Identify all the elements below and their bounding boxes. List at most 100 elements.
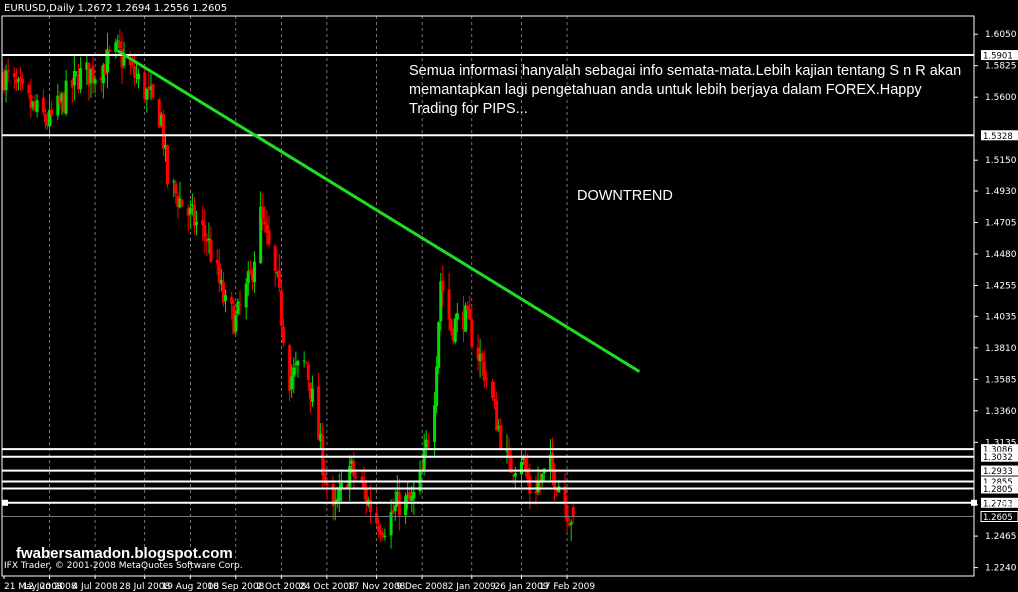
candle-body-bear [468,308,472,320]
annotation-text: Semua informasi hanyalah sebagai info se… [409,63,962,117]
level-price-label: 1.5328 [983,132,1013,142]
candle-body-bear [180,199,184,207]
candle-body-bear [381,532,385,536]
candle-body-bear [482,361,486,381]
candle-body-bear [215,260,219,264]
y-tick-label: 1.5600 [985,93,1017,103]
y-tick-label: 1.2465 [985,532,1017,542]
candle-body-bull [145,88,149,100]
candle-body-bear [493,398,497,401]
candle-body-bull [302,360,306,362]
candle-body-bull [424,439,428,448]
level-price-label: 1.2933 [983,467,1013,477]
candle-body-bear [499,425,503,449]
candle-body-bull [223,294,227,301]
candle-body-bear [108,49,112,52]
candle-body-bull [412,492,416,499]
x-tick-label: 9 Dec 2008 [396,582,448,592]
candle-body-bull [536,481,540,493]
candle-body-bull [455,313,459,320]
candle-body-bear [230,297,234,304]
candle-body-bear [6,69,10,72]
level-handle-left [2,499,8,506]
chart-window: 1.5901 1.5328 1.3086 1.3032 1.2933 1.2855 1.28… [0,0,1018,592]
candle-body-bear [21,78,25,84]
candle-body-bear [27,84,31,94]
copyright-text: IFX Trader, © 2001-2008 MetaQuotes Softw… [4,561,243,571]
y-tick-label: 1.4705 [985,219,1017,229]
candle-body-bull [252,261,256,283]
candle-body-bull [337,487,341,501]
candle-body-bull [433,405,437,443]
candle-body-bear [166,145,170,185]
candle-body-bear [565,505,569,522]
y-tick-label: 1.3360 [985,407,1017,417]
candle-body-bull [244,283,248,308]
candle-body-bull [348,465,352,487]
candle-body-bear [217,263,221,283]
candle-body-bull [122,57,126,66]
candle-body-bear [12,73,16,78]
candle-body-bear [151,84,155,98]
candle-body-bear [528,476,532,494]
y-tick-label: 1.4480 [985,250,1017,260]
current-price-label: 1.2605 [983,513,1013,523]
x-tick-label: 24 Oct 2008 [299,582,355,592]
candle-body-bull [4,70,8,91]
candle-body-bear [41,97,45,113]
y-tick-label: 1.3585 [985,375,1017,385]
candle-body-bear [491,381,495,398]
candle-body-bull [290,376,294,390]
candle-body-bull [114,42,118,52]
candle-body-bear [50,109,54,115]
y-tick-label: 1.4255 [985,282,1017,292]
candle-body-bull [339,482,343,488]
candle-body-bull [137,73,141,80]
candle-body-bull [74,71,78,73]
candle-body-bull [569,522,573,525]
candle-body-bear [306,364,310,380]
candle-body-bull [520,462,523,475]
candle-body-bear [277,270,281,288]
candle-body-bear [43,113,47,123]
candle-body-bear [470,318,474,348]
candle-body-bear [321,435,325,476]
candle-body-bear [263,221,267,225]
y-tick-label: 1.5150 [985,156,1017,166]
candle-body-bull [236,301,240,315]
y-tick-label: 1.5825 [985,62,1017,72]
candle-body-bear [375,512,379,524]
candle-body-bear [368,499,372,512]
candle-body-bull [79,68,83,90]
candle-body-bull [64,80,68,114]
candle-body-bear [480,353,484,361]
candle-body-bear [352,461,356,477]
candle-body-bear [273,246,277,271]
level-price-label: 1.2805 [983,485,1013,495]
candle-body-bear [397,492,401,516]
x-tick-label: 4 Jul 2008 [72,582,117,592]
candle-body-bear [201,219,205,225]
candle-body-bull [383,535,387,538]
y-tick-label: 1.2240 [985,564,1017,574]
candle-body-bull [513,472,517,477]
candle-body-bear [209,240,213,262]
candle-body-bear [484,377,488,380]
y-tick-label: 1.3135 [985,438,1017,448]
candle-body-bull [404,496,408,516]
candle-body-bear [281,326,285,343]
candle-body-bull [246,271,250,284]
candle-body-bull [106,49,109,73]
y-tick-label: 1.6050 [985,30,1017,40]
chart-title: EURUSD,Daily 1.2672 1.2694 1.2556 1.2605 [4,3,228,14]
candle-body-bear [238,304,242,306]
level-price-label: 1.5901 [983,52,1013,62]
candle-body-bear [304,362,308,364]
candle-body-bear [441,280,445,292]
candle-body-bear [174,183,178,194]
candle-body-bull [207,238,211,241]
candle-body-bear [447,289,451,320]
candle-body-bear [29,94,33,109]
candle-body-bear [354,477,358,479]
y-tick-label: 1.4930 [985,187,1017,197]
